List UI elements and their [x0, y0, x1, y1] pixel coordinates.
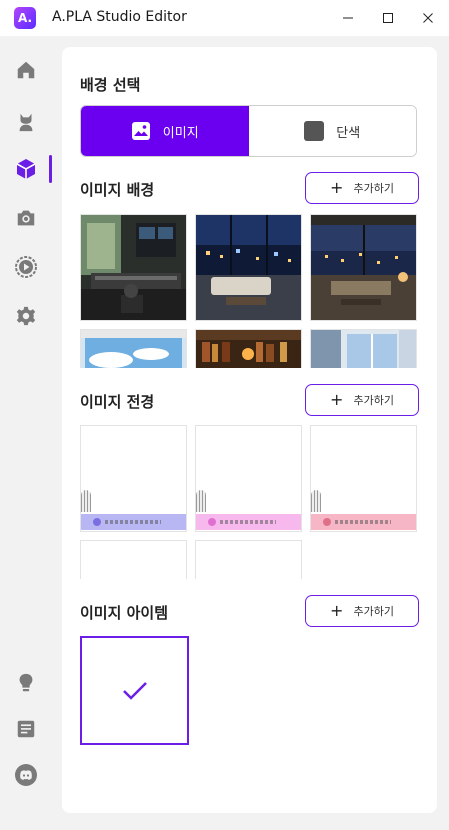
sidebar	[0, 36, 52, 830]
background-thumbnail[interactable]	[80, 214, 187, 321]
foreground-caption	[220, 520, 276, 524]
foreground-caption	[105, 520, 161, 524]
sidebar-item-settings[interactable]	[0, 294, 52, 338]
foreground-thumbnail[interactable]	[80, 540, 187, 579]
add-image-item-button[interactable]: + 추가하기	[305, 595, 419, 627]
library-image	[196, 330, 301, 368]
background-panel: 배경 선택 이미지 단색 이미지 배경 + 추가하기 이미지 전경 + 추가하기…	[62, 47, 437, 813]
image-item-title: 이미지 아이템	[80, 604, 169, 622]
background-thumbnail[interactable]	[195, 329, 302, 368]
background-select-title: 배경 선택	[80, 76, 141, 94]
balcony-day-image	[311, 330, 416, 368]
background-type-image-label: 이미지	[162, 125, 199, 141]
background-type-image-option[interactable]: 이미지	[81, 106, 249, 156]
sidebar-item-camera[interactable]	[0, 196, 52, 240]
add-image-item-label: 추가하기	[353, 605, 394, 618]
image-foreground-title: 이미지 전경	[80, 393, 155, 411]
minimize-icon	[343, 17, 353, 19]
sidebar-item-avatar[interactable]	[0, 100, 52, 144]
add-image-background-button[interactable]: + 추가하기	[305, 172, 419, 204]
cube-icon	[16, 159, 36, 179]
play-icon	[15, 256, 37, 278]
microphone-graphic	[311, 490, 321, 512]
image-background-title: 이미지 배경	[80, 181, 155, 199]
foreground-thumbnail[interactable]	[80, 425, 187, 532]
background-type-solid-option[interactable]: 단색	[248, 106, 416, 156]
image-foreground-grid	[80, 425, 420, 579]
microphone-graphic	[196, 490, 206, 512]
window-title: A.PLA Studio Editor	[52, 9, 187, 25]
close-button[interactable]	[408, 0, 448, 36]
app-window: A. A.PLA Studio Editor 배경 선택 이미지 단색 이미지 …	[0, 0, 449, 830]
background-type-solid-label: 단색	[336, 125, 361, 141]
foreground-name-bar	[81, 514, 186, 530]
avatar-icon	[19, 113, 33, 132]
foreground-caption	[335, 520, 391, 524]
add-image-background-label: 추가하기	[353, 182, 394, 195]
discord-icon	[15, 764, 37, 786]
sidebar-item-discord[interactable]	[0, 753, 52, 797]
sky-window-image	[81, 330, 186, 368]
plus-icon: +	[330, 390, 344, 409]
foreground-thumbnail[interactable]	[195, 425, 302, 532]
foreground-name-bar	[196, 514, 301, 530]
foreground-dot	[323, 518, 331, 526]
title-bar: A. A.PLA Studio Editor	[0, 0, 449, 36]
solid-color-icon	[304, 121, 325, 141]
city-night-livingroom-image	[196, 215, 301, 320]
camera-icon	[17, 210, 35, 226]
checkmark-icon	[122, 681, 147, 700]
app-logo: A.	[14, 7, 36, 29]
sidebar-item-tips[interactable]	[0, 661, 52, 705]
microphone-graphic	[81, 490, 91, 512]
gear-icon	[16, 306, 36, 326]
foreground-dot	[93, 518, 101, 526]
close-icon	[423, 13, 433, 23]
maximize-icon	[383, 13, 393, 23]
foreground-name-bar	[311, 514, 416, 530]
image-background-grid	[80, 214, 420, 368]
background-thumbnail[interactable]	[80, 329, 187, 368]
plus-icon: +	[330, 601, 344, 620]
background-thumbnail[interactable]	[310, 329, 417, 368]
plus-icon: +	[330, 178, 344, 197]
sidebar-item-home[interactable]	[0, 48, 52, 92]
document-icon	[17, 720, 35, 738]
background-thumbnail[interactable]	[310, 214, 417, 321]
sidebar-item-docs[interactable]	[0, 707, 52, 751]
lounge-night-view-image	[311, 215, 416, 320]
background-type-toggle: 이미지 단색	[80, 105, 417, 157]
foreground-thumbnail[interactable]	[195, 540, 302, 579]
home-icon	[17, 61, 35, 79]
music-studio-image	[81, 215, 186, 320]
sidebar-item-background[interactable]	[0, 147, 52, 191]
foreground-dot	[208, 518, 216, 526]
image-item-slot[interactable]	[80, 636, 189, 745]
image-icon	[131, 122, 150, 140]
lightbulb-icon	[19, 673, 33, 692]
add-image-foreground-label: 추가하기	[353, 394, 394, 407]
background-thumbnail[interactable]	[195, 214, 302, 321]
maximize-button[interactable]	[368, 0, 408, 36]
sidebar-item-play[interactable]	[0, 245, 52, 289]
minimize-button[interactable]	[328, 0, 368, 36]
foreground-thumbnail[interactable]	[310, 425, 417, 532]
add-image-foreground-button[interactable]: + 추가하기	[305, 384, 419, 416]
